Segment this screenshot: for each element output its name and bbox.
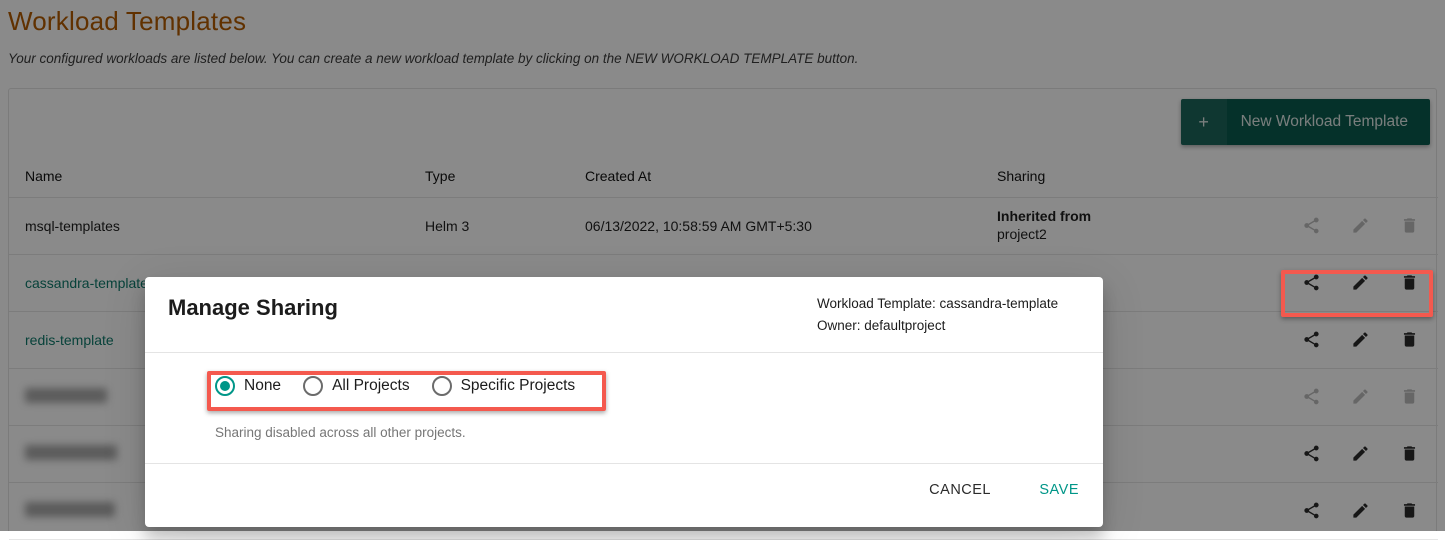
radio-option-label: None [244,377,281,395]
dialog-meta-template: Workload Template: cassandra-template [817,293,1058,315]
radio-option-label: All Projects [332,377,410,395]
dialog-body: None All Projects Specific Projects Sharin… [145,353,1103,463]
sharing-helper-text: Sharing disabled across all other projec… [215,425,466,440]
radio-mark-icon [432,376,452,396]
manage-sharing-dialog: Manage Sharing Workload Template: cassan… [145,277,1103,527]
dialog-meta: Workload Template: cassandra-template Ow… [817,293,1058,338]
radio-mark-icon [215,376,235,396]
radio-mark-icon [303,376,323,396]
dialog-meta-owner: Owner: defaultproject [817,315,1058,337]
dialog-header: Manage Sharing Workload Template: cassan… [145,277,1103,353]
dialog-footer: CANCEL SAVE [145,463,1103,526]
radio-option-specific-projects[interactable]: Specific Projects [432,376,598,396]
sharing-radio-group[interactable]: None All Projects Specific Projects [215,376,597,396]
radio-option-label: Specific Projects [461,377,576,395]
radio-option-all-projects[interactable]: All Projects [303,376,432,396]
cancel-button[interactable]: CANCEL [929,482,991,498]
radio-option-none[interactable]: None [215,376,303,396]
dialog-title: Manage Sharing [168,295,338,321]
save-button[interactable]: SAVE [1039,482,1079,498]
